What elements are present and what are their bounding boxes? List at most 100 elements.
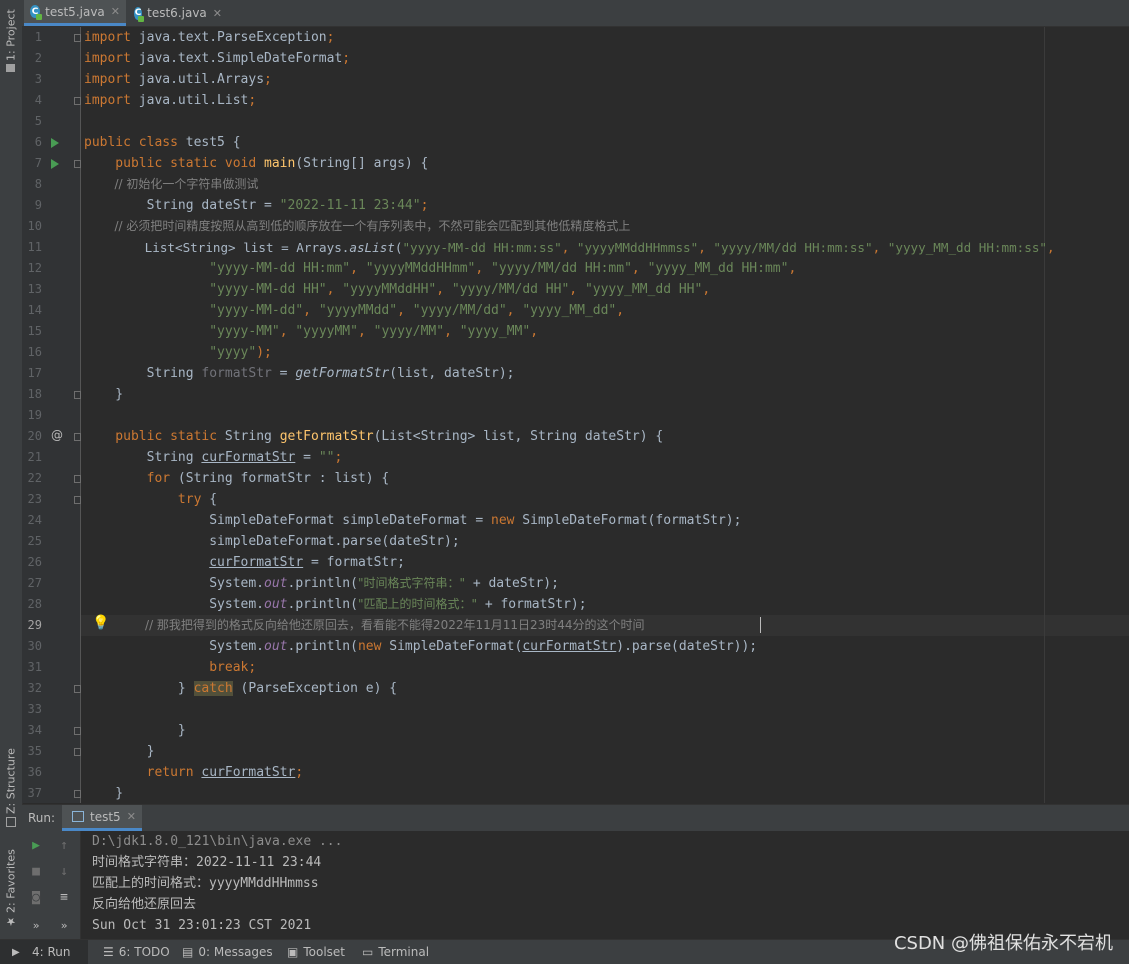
line-number: 26 <box>27 555 42 569</box>
tok: ; <box>334 450 343 465</box>
fold-icon[interactable] <box>74 496 81 504</box>
tab-label: test5.java <box>45 4 105 19</box>
toolset-tool-label: Toolset <box>303 945 345 959</box>
line-number: 32 <box>27 681 42 695</box>
tok: (String formatStr : list) { <box>170 471 390 486</box>
code-line-26: curFormatStr = formatStr; <box>84 552 405 573</box>
line-number: 19 <box>27 408 42 422</box>
line-number: 4 <box>34 93 42 107</box>
tok: String <box>84 366 202 381</box>
line-number: 36 <box>27 765 42 779</box>
line-number: 35 <box>27 744 42 758</box>
structure-tool-tab[interactable]: Z: Structure <box>2 745 20 830</box>
tok: "yyyy" <box>209 345 257 360</box>
run-tab-test5[interactable]: test5 ✕ <box>62 805 142 831</box>
console-line: 反向给他还原回去 <box>92 897 197 912</box>
code-line-34: } <box>84 723 186 738</box>
fold-icon[interactable] <box>74 790 81 798</box>
code-line-14: "yyyy-MM-dd", "yyyyMMdd", "yyyy/MM/dd", … <box>84 300 624 321</box>
arrow-up-icon[interactable]: ↑ <box>56 837 72 853</box>
close-icon[interactable]: ✕ <box>111 5 120 18</box>
run-class-icon[interactable] <box>51 138 59 148</box>
tok: System. <box>84 576 265 591</box>
line-number: 10 <box>27 219 42 233</box>
tok <box>84 660 209 675</box>
toolset-tool-button[interactable]: ▣ Toolset <box>287 940 345 964</box>
run-tab-label: test5 <box>90 809 121 824</box>
rerun-icon[interactable]: ▶ <box>28 837 44 853</box>
line-number: 28 <box>27 597 42 611</box>
fold-icon[interactable] <box>74 160 81 168</box>
tok: java.util.Arrays <box>130 72 265 87</box>
fold-icon[interactable] <box>74 748 81 756</box>
code-line-15: "yyyy-MM", "yyyyMM", "yyyy/MM", "yyyy_MM… <box>84 321 538 342</box>
tok: , <box>326 282 343 297</box>
terminal-tool-button[interactable]: ▭ Terminal <box>362 940 429 964</box>
code-line-25: simpleDateFormat.parse(dateStr); <box>84 534 460 549</box>
tok: ; <box>264 72 272 87</box>
tok: String dateStr = <box>84 198 280 213</box>
toolset-icon: ▣ <box>287 945 299 959</box>
tok: "yyyyMM" <box>295 324 358 339</box>
tok: System. <box>84 597 265 612</box>
tok: "yyyy-MM-dd HH:mm" <box>209 261 351 276</box>
more-icon[interactable]: » <box>56 917 72 933</box>
code-line-12: "yyyy-MM-dd HH:mm", "yyyyMMddHHmm", "yyy… <box>84 258 796 279</box>
camera-icon[interactable]: ◙ <box>28 889 44 905</box>
project-tool-tab[interactable]: 1: Project <box>2 6 20 76</box>
fold-icon[interactable] <box>74 34 81 42</box>
tok: , <box>631 261 648 276</box>
override-marker-icon[interactable]: @ <box>51 428 63 442</box>
fold-icon[interactable] <box>74 391 81 399</box>
tok: asList <box>349 240 395 255</box>
line-number: 20 <box>27 429 42 443</box>
line-number: 7 <box>34 156 42 170</box>
fold-icon[interactable] <box>74 475 81 483</box>
line-number: 23 <box>27 492 42 506</box>
code-line-37: } <box>84 786 124 801</box>
tok: SimpleDateFormat( <box>381 639 523 654</box>
arrow-down-icon[interactable]: ↓ <box>56 863 72 879</box>
tok: main <box>256 156 296 171</box>
more-icon[interactable]: » <box>28 917 44 933</box>
soft-wrap-icon[interactable]: ≡ <box>56 889 72 905</box>
run-tool-button[interactable]: ▶ 4: Run <box>0 940 88 964</box>
fold-icon[interactable] <box>74 685 81 693</box>
tok: , <box>698 240 714 255</box>
play-icon: ▶ <box>12 946 20 958</box>
tok: "yyyyMMddHH" <box>342 282 437 297</box>
tab-test5-java[interactable]: C test5.java ✕ <box>24 0 126 26</box>
kw: new <box>357 639 382 654</box>
tok: curFormatStr <box>522 639 617 654</box>
tab-label: test6.java <box>147 6 207 20</box>
tok: ; <box>326 30 335 45</box>
line-number: 31 <box>27 660 42 674</box>
fold-icon[interactable] <box>74 727 81 735</box>
line-number: 2 <box>34 51 42 65</box>
tab-test6-java[interactable]: C test6.java ✕ <box>128 0 228 26</box>
tok: SimpleDateFormat simpleDateFormat = <box>84 513 491 528</box>
tok: , <box>872 240 888 255</box>
structure-tool-label: Z: Structure <box>4 748 18 814</box>
tok: ; <box>342 51 351 66</box>
tok: , <box>788 261 797 276</box>
line-number: 24 <box>27 513 42 527</box>
fold-icon[interactable] <box>74 97 81 105</box>
stop-icon[interactable]: ■ <box>28 863 44 879</box>
tok: , <box>444 324 460 339</box>
close-icon[interactable]: ✕ <box>213 7 222 20</box>
run-panel-header: Run: test5 ✕ <box>22 804 1129 832</box>
tok: String <box>84 450 202 465</box>
structure-icon <box>6 816 16 827</box>
line-number: 1 <box>34 30 42 44</box>
close-icon[interactable]: ✕ <box>127 810 136 823</box>
run-main-icon[interactable] <box>51 159 59 169</box>
todo-tool-button[interactable]: ☰ 6: TODO <box>103 940 170 964</box>
tok: , <box>357 324 374 339</box>
favorites-tool-tab[interactable]: ★ 2: Favorites <box>2 848 20 930</box>
tok: , <box>702 282 711 297</box>
fold-icon[interactable] <box>74 433 81 441</box>
tok: test5 { <box>177 135 241 150</box>
messages-tool-button[interactable]: ▤ 0: Messages <box>182 940 273 964</box>
tok: ; <box>248 660 257 675</box>
